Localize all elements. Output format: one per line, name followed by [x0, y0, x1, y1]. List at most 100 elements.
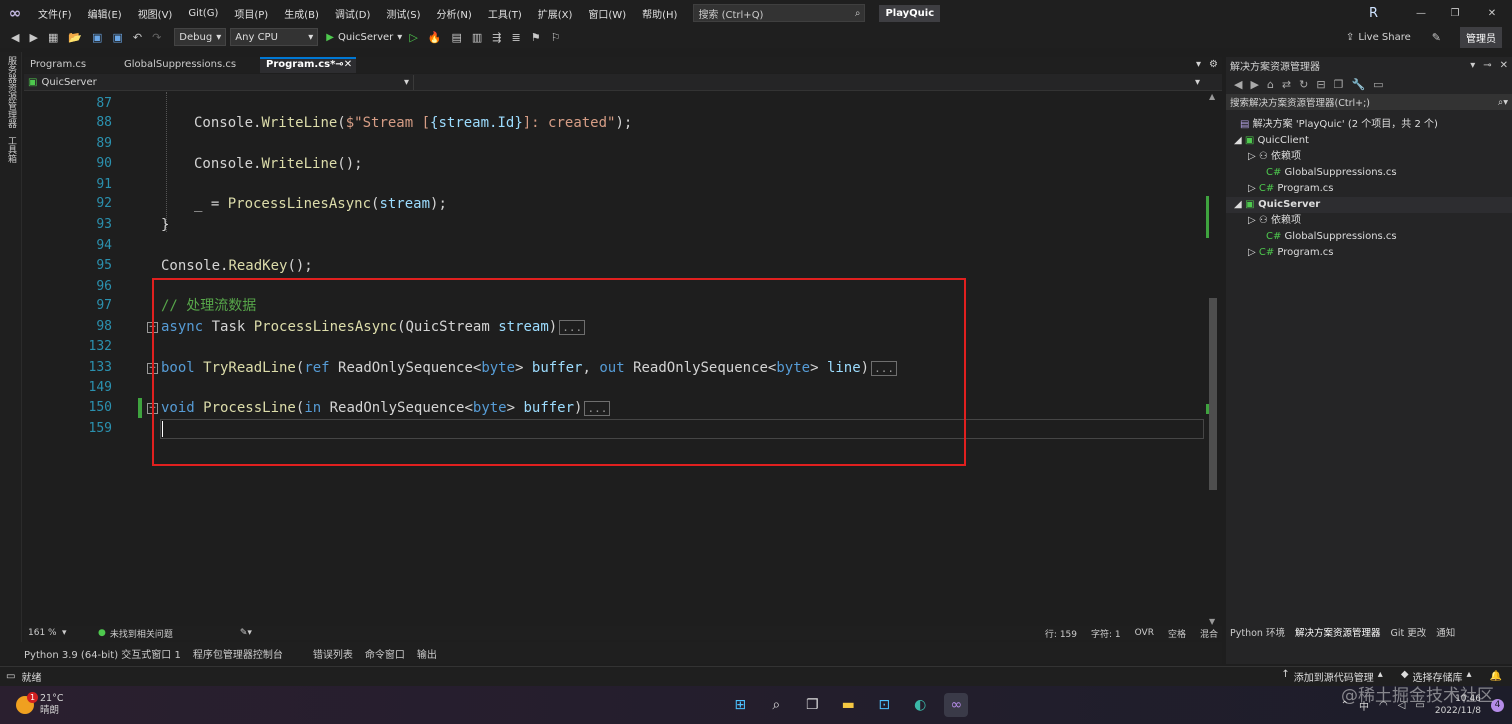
settings-icon[interactable]: ⚙ — [1205, 57, 1222, 73]
pin-icon[interactable]: ⊸ — [335, 59, 343, 71]
new-project-icon[interactable]: ▦ — [45, 31, 61, 44]
start-without-debug-icon[interactable]: ▷ — [406, 31, 420, 44]
toolbar-icon-2[interactable]: ▥ — [469, 31, 485, 44]
search-icon[interactable]: ⌕ — [764, 693, 788, 717]
menu-build[interactable]: 生成(B) — [276, 6, 327, 21]
tab-overflow-icon[interactable]: ▾ — [1192, 57, 1205, 73]
menu-help[interactable]: 帮助(H) — [634, 6, 685, 21]
line-ending-indicator[interactable]: 混合 — [1200, 627, 1218, 640]
project-dropdown[interactable]: ▣ QuicServer ▾ — [24, 74, 414, 90]
tab-package-manager[interactable]: 程序包管理器控制台 — [193, 646, 283, 661]
weather-widget[interactable]: 1 21°C 晴朗 — [16, 692, 316, 717]
platform-select[interactable]: Any CPU ▾ — [230, 28, 319, 46]
whitespace-indicator[interactable]: 空格 — [1168, 627, 1186, 640]
tree-item[interactable]: C# GlobalSuppressions.cs — [1226, 165, 1512, 181]
tree-item[interactable]: ▷ ⚇ 依赖项 — [1226, 213, 1512, 229]
live-share-button[interactable]: ⇪ Live Share — [1346, 32, 1411, 43]
toolbar-icon-3[interactable]: ⇶ — [489, 31, 504, 44]
brush-icon[interactable]: ✎▾ — [240, 628, 288, 638]
close-tab-icon[interactable]: ✕ — [344, 59, 352, 71]
scroll-down-icon[interactable]: ▼ — [1209, 617, 1215, 626]
save-all-icon[interactable]: ▣ — [109, 31, 125, 44]
feedback-icon[interactable]: ✎ — [1429, 31, 1444, 44]
menu-extensions[interactable]: 扩展(X) — [530, 6, 581, 21]
tab-output[interactable]: 输出 — [417, 646, 437, 661]
close-icon[interactable]: ✕ — [1472, 8, 1512, 19]
panel-menu-icon[interactable]: ▾ — [1470, 60, 1475, 71]
server-explorer-tab[interactable]: 服务器资源管理器 — [5, 56, 18, 128]
issues-status[interactable]: 未找到相关问题 — [110, 627, 240, 640]
menu-edit[interactable]: 编辑(E) — [80, 6, 130, 21]
tab-program-cs-client[interactable]: Program.cs — [24, 57, 118, 73]
tree-item[interactable]: ▷ ⚇ 依赖项 — [1226, 149, 1512, 165]
start-debug-button[interactable]: ▶ QuicServer ▾ — [326, 32, 402, 43]
menu-tools[interactable]: 工具(T) — [480, 6, 530, 21]
tab-program-cs-active[interactable]: Program.cs* ⊸ ✕ — [260, 57, 356, 73]
maximize-icon[interactable]: ❐ — [1438, 8, 1472, 19]
tab-error-list[interactable]: 错误列表 — [313, 646, 353, 661]
tab-global-suppressions[interactable]: GlobalSuppressions.cs — [118, 57, 260, 73]
pin-icon[interactable]: ⊸ — [1483, 60, 1491, 71]
type-dropdown[interactable]: ▾ — [414, 77, 1204, 88]
tree-solution[interactable]: ▤ 解决方案 'PlayQuic' (2 个项目，共 2 个) — [1226, 117, 1512, 133]
chevron-down-icon[interactable]: ▾ — [62, 628, 98, 638]
search-box[interactable]: 搜索 (Ctrl+Q) ⌕ — [693, 4, 866, 22]
editor-vertical-scrollbar[interactable]: ▲ ▼ — [1206, 92, 1220, 626]
forward-icon[interactable]: ▶ — [26, 31, 40, 44]
edge-icon[interactable]: ◐ — [908, 693, 932, 717]
sync-icon[interactable]: ↻ — [1299, 78, 1308, 91]
back-icon[interactable]: ◀ — [1234, 78, 1242, 91]
menu-project[interactable]: 项目(P) — [226, 6, 276, 21]
forward-icon[interactable]: ▶ — [1250, 78, 1258, 91]
hot-reload-icon[interactable]: 🔥 — [425, 31, 445, 44]
menu-file[interactable]: 文件(F) — [30, 6, 80, 21]
save-icon[interactable]: ▣ — [89, 31, 105, 44]
switch-views-icon[interactable]: ⇄ — [1282, 78, 1291, 91]
properties-icon[interactable]: 🔧 — [1351, 78, 1365, 91]
back-icon[interactable]: ◀ — [8, 31, 22, 44]
task-view-icon[interactable]: ❐ — [800, 693, 824, 717]
close-icon[interactable]: ✕ — [1500, 60, 1508, 71]
tree-project-quicclient[interactable]: ◢ ▣ QuicClient — [1226, 133, 1512, 149]
file-explorer-icon[interactable]: ▬ — [836, 693, 860, 717]
menu-git[interactable]: Git(G) — [180, 8, 226, 19]
tree-item[interactable]: C# GlobalSuppressions.cs — [1226, 229, 1512, 245]
preview-icon[interactable]: ▭ — [1373, 78, 1383, 91]
toolbar-icon-4[interactable]: ≣ — [509, 31, 524, 44]
tab-python-interactive[interactable]: Python 3.9 (64-bit) 交互式窗口 1 — [24, 646, 181, 661]
menu-debug[interactable]: 调试(D) — [327, 6, 379, 21]
scroll-thumb[interactable] — [1209, 298, 1217, 490]
tab-solution-explorer[interactable]: 解决方案资源管理器 — [1295, 625, 1381, 639]
tab-notifications[interactable]: 通知 — [1436, 625, 1455, 639]
open-folder-icon[interactable]: 📂 — [65, 31, 85, 44]
toolbox-tab[interactable]: 工具箱 — [5, 136, 18, 163]
tree-item[interactable]: ▷ C# Program.cs — [1226, 181, 1512, 197]
clock-date[interactable]: 2022/11/8 — [1435, 705, 1481, 717]
menu-window[interactable]: 窗口(W) — [580, 6, 634, 21]
tab-python-env[interactable]: Python 环境 — [1230, 625, 1285, 639]
home-icon[interactable]: ⌂ — [1267, 78, 1274, 91]
tab-git-changes[interactable]: Git 更改 — [1390, 625, 1426, 639]
tree-project-quicserver[interactable]: ◢ ▣ QuicServer — [1226, 197, 1512, 213]
configuration-select[interactable]: Debug ▾ — [174, 28, 227, 46]
bookmark-icon[interactable]: ⚑ — [528, 31, 544, 44]
solution-search[interactable]: 搜索解决方案资源管理器(Ctrl+;) ⌕▾ — [1226, 94, 1512, 110]
visual-studio-logo-icon[interactable]: ∞ — [0, 4, 30, 22]
user-avatar[interactable]: R — [1369, 6, 1378, 21]
toolbar-icon-1[interactable]: ▤ — [448, 31, 464, 44]
menu-analyze[interactable]: 分析(N) — [429, 6, 480, 21]
menu-test[interactable]: 测试(S) — [378, 6, 428, 21]
toolbar-icon-5[interactable]: ⚐ — [548, 31, 564, 44]
windows-start-icon[interactable]: ⊞ — [728, 693, 752, 717]
minimize-icon[interactable]: — — [1404, 8, 1438, 19]
menu-view[interactable]: 视图(V) — [130, 6, 181, 21]
visual-studio-icon[interactable]: ∞ — [944, 693, 969, 717]
zoom-select[interactable]: 161 % — [24, 628, 62, 638]
undo-icon[interactable]: ↶ — [130, 31, 145, 44]
code-editor[interactable]: 87 88 Console.WriteLine($"Stream [{strea… — [24, 92, 1206, 626]
collapse-all-icon[interactable]: ⊟ — [1316, 78, 1325, 91]
tab-command-window[interactable]: 命令窗口 — [365, 646, 405, 661]
redo-icon[interactable]: ↷ — [149, 31, 164, 44]
scroll-up-icon[interactable]: ▲ — [1209, 92, 1215, 101]
tree-item[interactable]: ▷ C# Program.cs — [1226, 245, 1512, 261]
